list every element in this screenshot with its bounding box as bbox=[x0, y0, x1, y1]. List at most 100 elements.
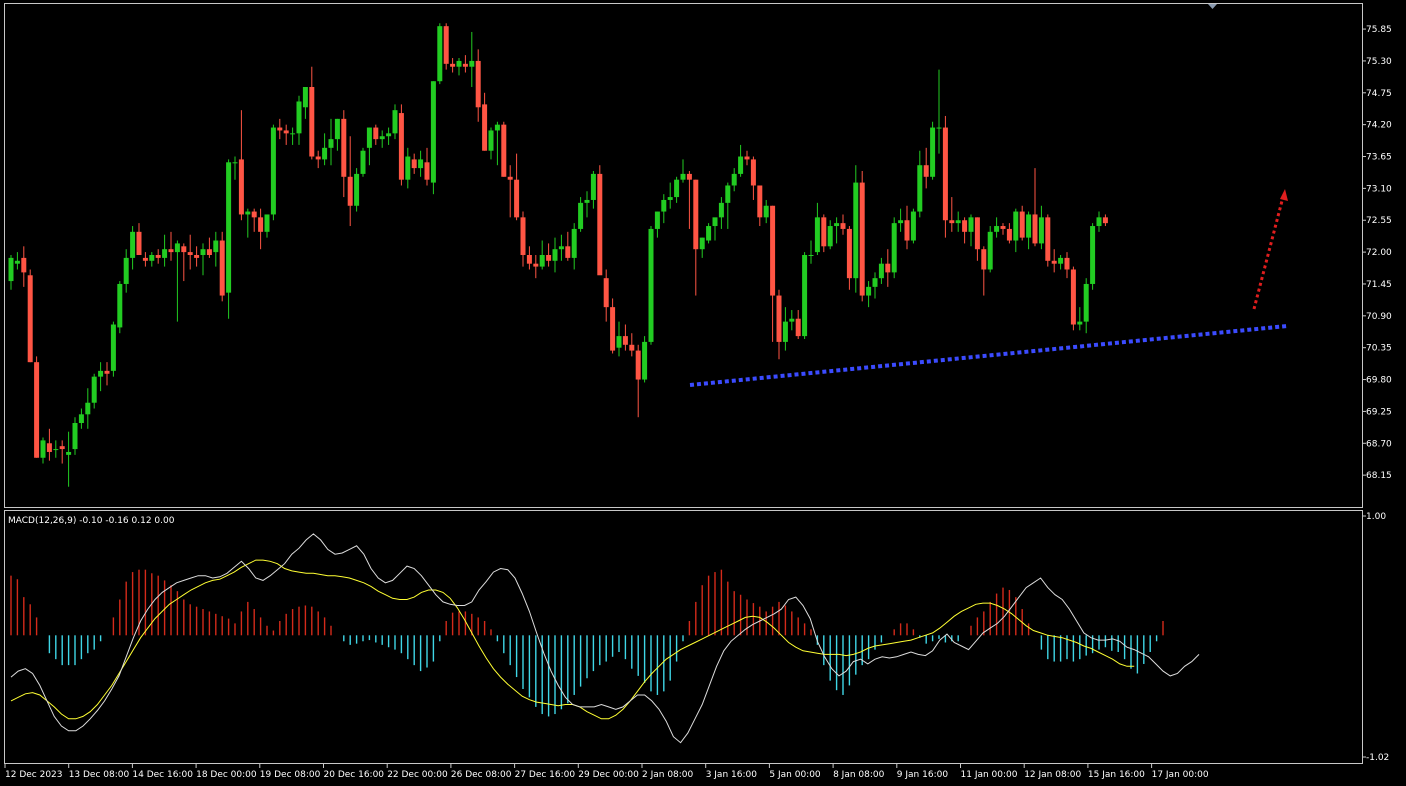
candle-body bbox=[853, 182, 859, 279]
candle-body bbox=[699, 237, 705, 250]
candle-body bbox=[430, 81, 436, 183]
candle-body bbox=[578, 202, 584, 229]
time-tick-label: 18 Dec 00:00 bbox=[196, 770, 257, 780]
candle-body bbox=[693, 179, 699, 250]
candle-body bbox=[558, 246, 564, 250]
time-tick-label: 15 Jan 16:00 bbox=[1088, 770, 1145, 780]
candle-body bbox=[840, 223, 846, 229]
candle-body bbox=[859, 182, 865, 296]
time-tick-label: 13 Dec 08:00 bbox=[69, 770, 130, 780]
candle-body bbox=[213, 240, 219, 253]
candle bbox=[1045, 214, 1051, 267]
time-tick-label: 17 Jan 00:00 bbox=[1152, 770, 1209, 780]
time-tick-label: 29 Dec 00:00 bbox=[578, 770, 639, 780]
candle-body bbox=[296, 101, 302, 134]
candle-body bbox=[533, 263, 539, 267]
candle-body bbox=[878, 263, 884, 279]
candle-body bbox=[597, 173, 603, 276]
candle-body bbox=[712, 217, 718, 227]
candle-body bbox=[904, 220, 910, 241]
candle-body bbox=[104, 370, 110, 374]
candle-body bbox=[85, 402, 91, 415]
candle-body bbox=[962, 220, 968, 232]
candle-body bbox=[866, 286, 872, 296]
candle-body bbox=[411, 159, 417, 169]
price-tick-label: 75.85 bbox=[1366, 25, 1392, 35]
candle-body bbox=[1032, 214, 1038, 244]
price-tick-label: 75.30 bbox=[1366, 57, 1392, 67]
candle-body bbox=[379, 136, 385, 140]
candle-body bbox=[942, 127, 948, 221]
candle-body bbox=[565, 246, 571, 258]
candle bbox=[802, 252, 808, 339]
candle-body bbox=[386, 133, 392, 137]
candle-body bbox=[827, 226, 833, 247]
candle-body bbox=[226, 162, 232, 293]
candle-body bbox=[366, 127, 372, 148]
candle-body bbox=[680, 173, 686, 180]
candle-body bbox=[462, 63, 468, 67]
candle-body bbox=[616, 336, 622, 348]
chart-background bbox=[0, 0, 1406, 786]
candle-body bbox=[117, 283, 123, 328]
candle-body bbox=[264, 214, 270, 232]
candle-body bbox=[955, 220, 961, 224]
candle-body bbox=[667, 197, 673, 200]
candle-body bbox=[277, 127, 283, 131]
candle-body bbox=[334, 118, 340, 140]
candle-body bbox=[808, 255, 814, 256]
candle-body bbox=[949, 220, 955, 224]
candle-body bbox=[686, 173, 692, 180]
candle bbox=[443, 23, 449, 70]
candle-body bbox=[622, 336, 628, 345]
candle-body bbox=[206, 249, 212, 255]
candle bbox=[910, 208, 916, 244]
time-tick-label: 12 Dec 2023 bbox=[5, 770, 63, 780]
candle-body bbox=[987, 231, 993, 270]
candle-body bbox=[507, 176, 513, 180]
candle bbox=[354, 168, 360, 212]
candle bbox=[398, 104, 404, 186]
candle-body bbox=[744, 156, 750, 160]
candle-body bbox=[347, 176, 353, 206]
candle-body bbox=[1045, 217, 1051, 261]
candle-body bbox=[98, 370, 104, 377]
candle-body bbox=[110, 324, 116, 371]
candle-body bbox=[238, 159, 244, 215]
candle-body bbox=[123, 257, 129, 284]
candle-body bbox=[706, 226, 712, 241]
macd-tick-label: 1.00 bbox=[1366, 512, 1386, 522]
candle-body bbox=[53, 449, 59, 451]
candle-body bbox=[814, 217, 820, 253]
candle-body bbox=[290, 133, 296, 135]
candle-body bbox=[181, 246, 187, 253]
candle-body bbox=[725, 185, 731, 203]
candle-body bbox=[1090, 226, 1096, 284]
time-tick-label: 20 Dec 16:00 bbox=[324, 770, 385, 780]
time-tick-label: 8 Jan 08:00 bbox=[833, 770, 885, 780]
price-tick-label: 73.10 bbox=[1366, 184, 1392, 194]
candle-body bbox=[437, 26, 443, 82]
candle bbox=[706, 223, 712, 244]
candle-body bbox=[450, 63, 456, 67]
candle bbox=[110, 321, 116, 377]
candle-body bbox=[200, 249, 206, 255]
candle-body bbox=[802, 255, 808, 337]
candle-body bbox=[654, 211, 660, 229]
candle-body bbox=[789, 318, 795, 322]
candle-body bbox=[1083, 283, 1089, 322]
candle-body bbox=[398, 113, 404, 180]
candle-body bbox=[1038, 217, 1044, 244]
candle-body bbox=[514, 179, 520, 218]
chart-area[interactable]: 75.85 75.30 74.75 74.20 73.65 73.10 72.55 72.00… bbox=[0, 0, 1406, 786]
candle-body bbox=[610, 307, 616, 351]
candle bbox=[219, 231, 225, 302]
candle bbox=[360, 147, 366, 177]
candle-body bbox=[763, 205, 769, 218]
candle-body bbox=[1070, 269, 1076, 325]
time-tick-label: 22 Dec 00:00 bbox=[387, 770, 448, 780]
price-tick-label: 73.65 bbox=[1366, 153, 1392, 163]
time-tick-label: 11 Jan 00:00 bbox=[961, 770, 1018, 780]
candle bbox=[597, 165, 603, 276]
candle bbox=[430, 81, 436, 195]
